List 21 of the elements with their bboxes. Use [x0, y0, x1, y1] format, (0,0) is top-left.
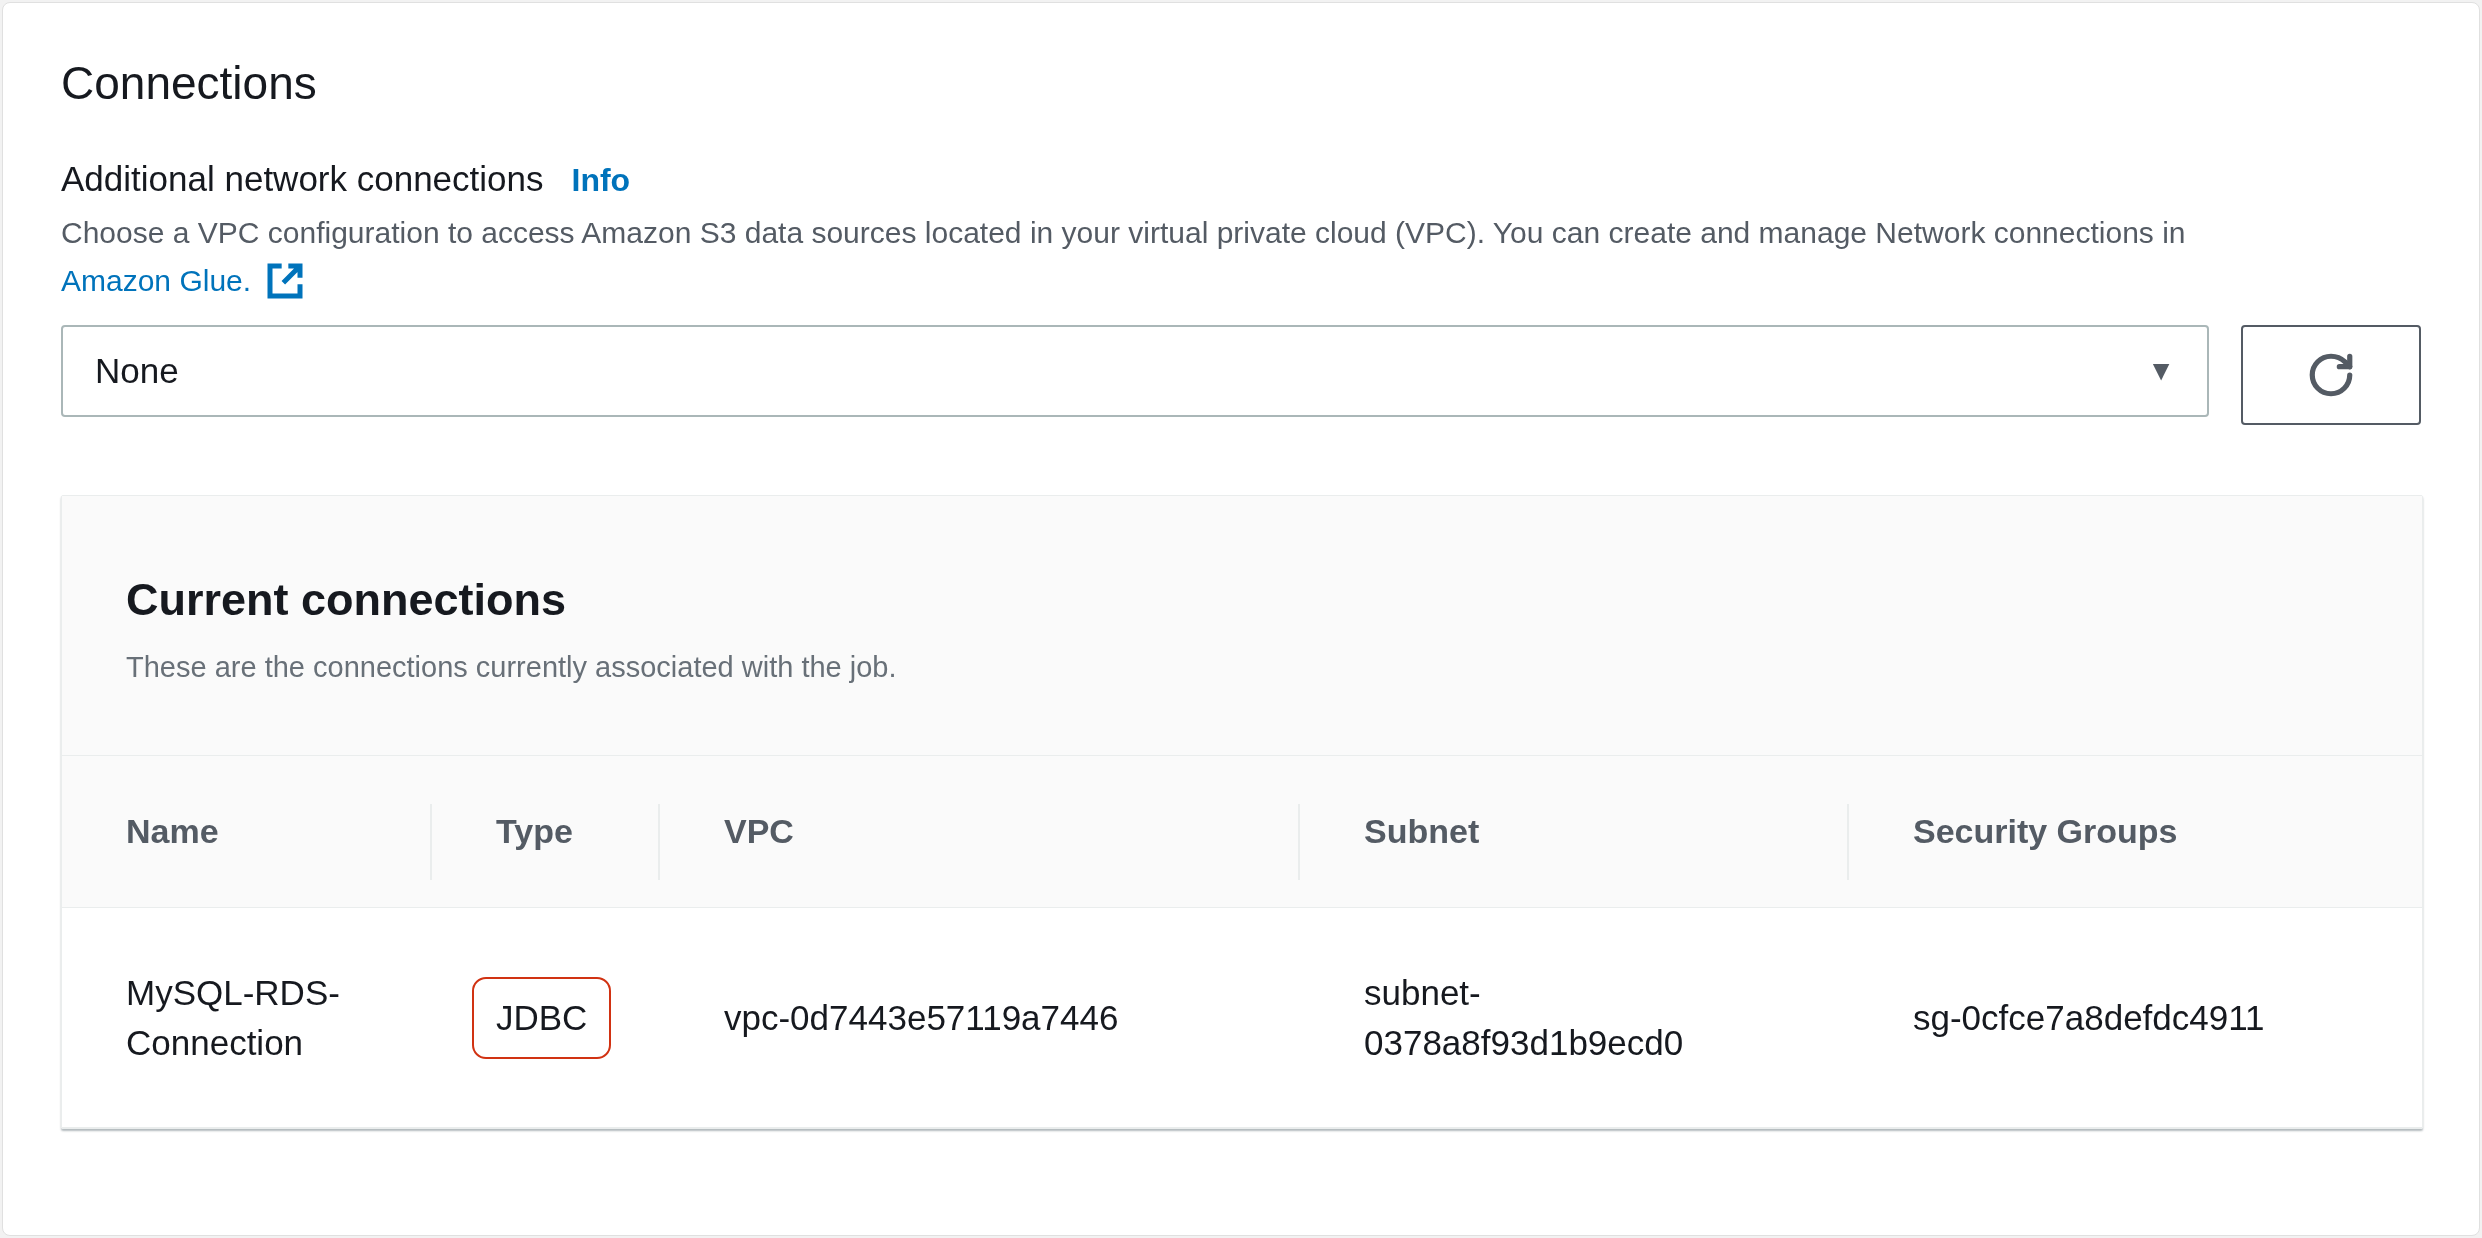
column-header: Subnet — [1364, 811, 1480, 852]
field-label: Additional network connections — [61, 157, 544, 200]
table-cell-text: MySQL-RDS-Connection — [126, 971, 341, 1064]
table-cell: JDBC — [472, 976, 612, 1059]
table-cell-text: subnet-0378a8f93d1b9ecd0 — [1364, 971, 1685, 1064]
caret-icon: ▼ — [2147, 350, 2175, 392]
column-header: Name — [126, 811, 219, 852]
refresh-button[interactable] — [2241, 325, 2421, 425]
column-header: Security Groups — [1913, 811, 2178, 852]
connection-select[interactable]: None ▼ — [61, 325, 2209, 417]
column-header: VPC — [724, 811, 794, 852]
panel-title: Current connections — [126, 573, 568, 627]
field-description: Choose a VPC configuration to access Amazon S3 data sources located in your virtual private cloud (VPC). You can create and manage Network connections in Amazon Glue. — [61, 209, 2381, 305]
info-link[interactable]: Info — [571, 155, 631, 204]
external-link-icon — [265, 261, 306, 301]
table-cell-text: vpc-0d7443e57119a7446 — [724, 996, 1119, 1039]
column-header: Type — [496, 811, 573, 852]
section-title: Connections — [61, 56, 318, 111]
panel-description: These are the connections currently associated with the job. — [126, 649, 898, 685]
amazon-glue-link[interactable]: Amazon Glue. — [61, 257, 306, 305]
table-cell-text: sg-0cfce7a8defdc4911 — [1913, 996, 2265, 1039]
